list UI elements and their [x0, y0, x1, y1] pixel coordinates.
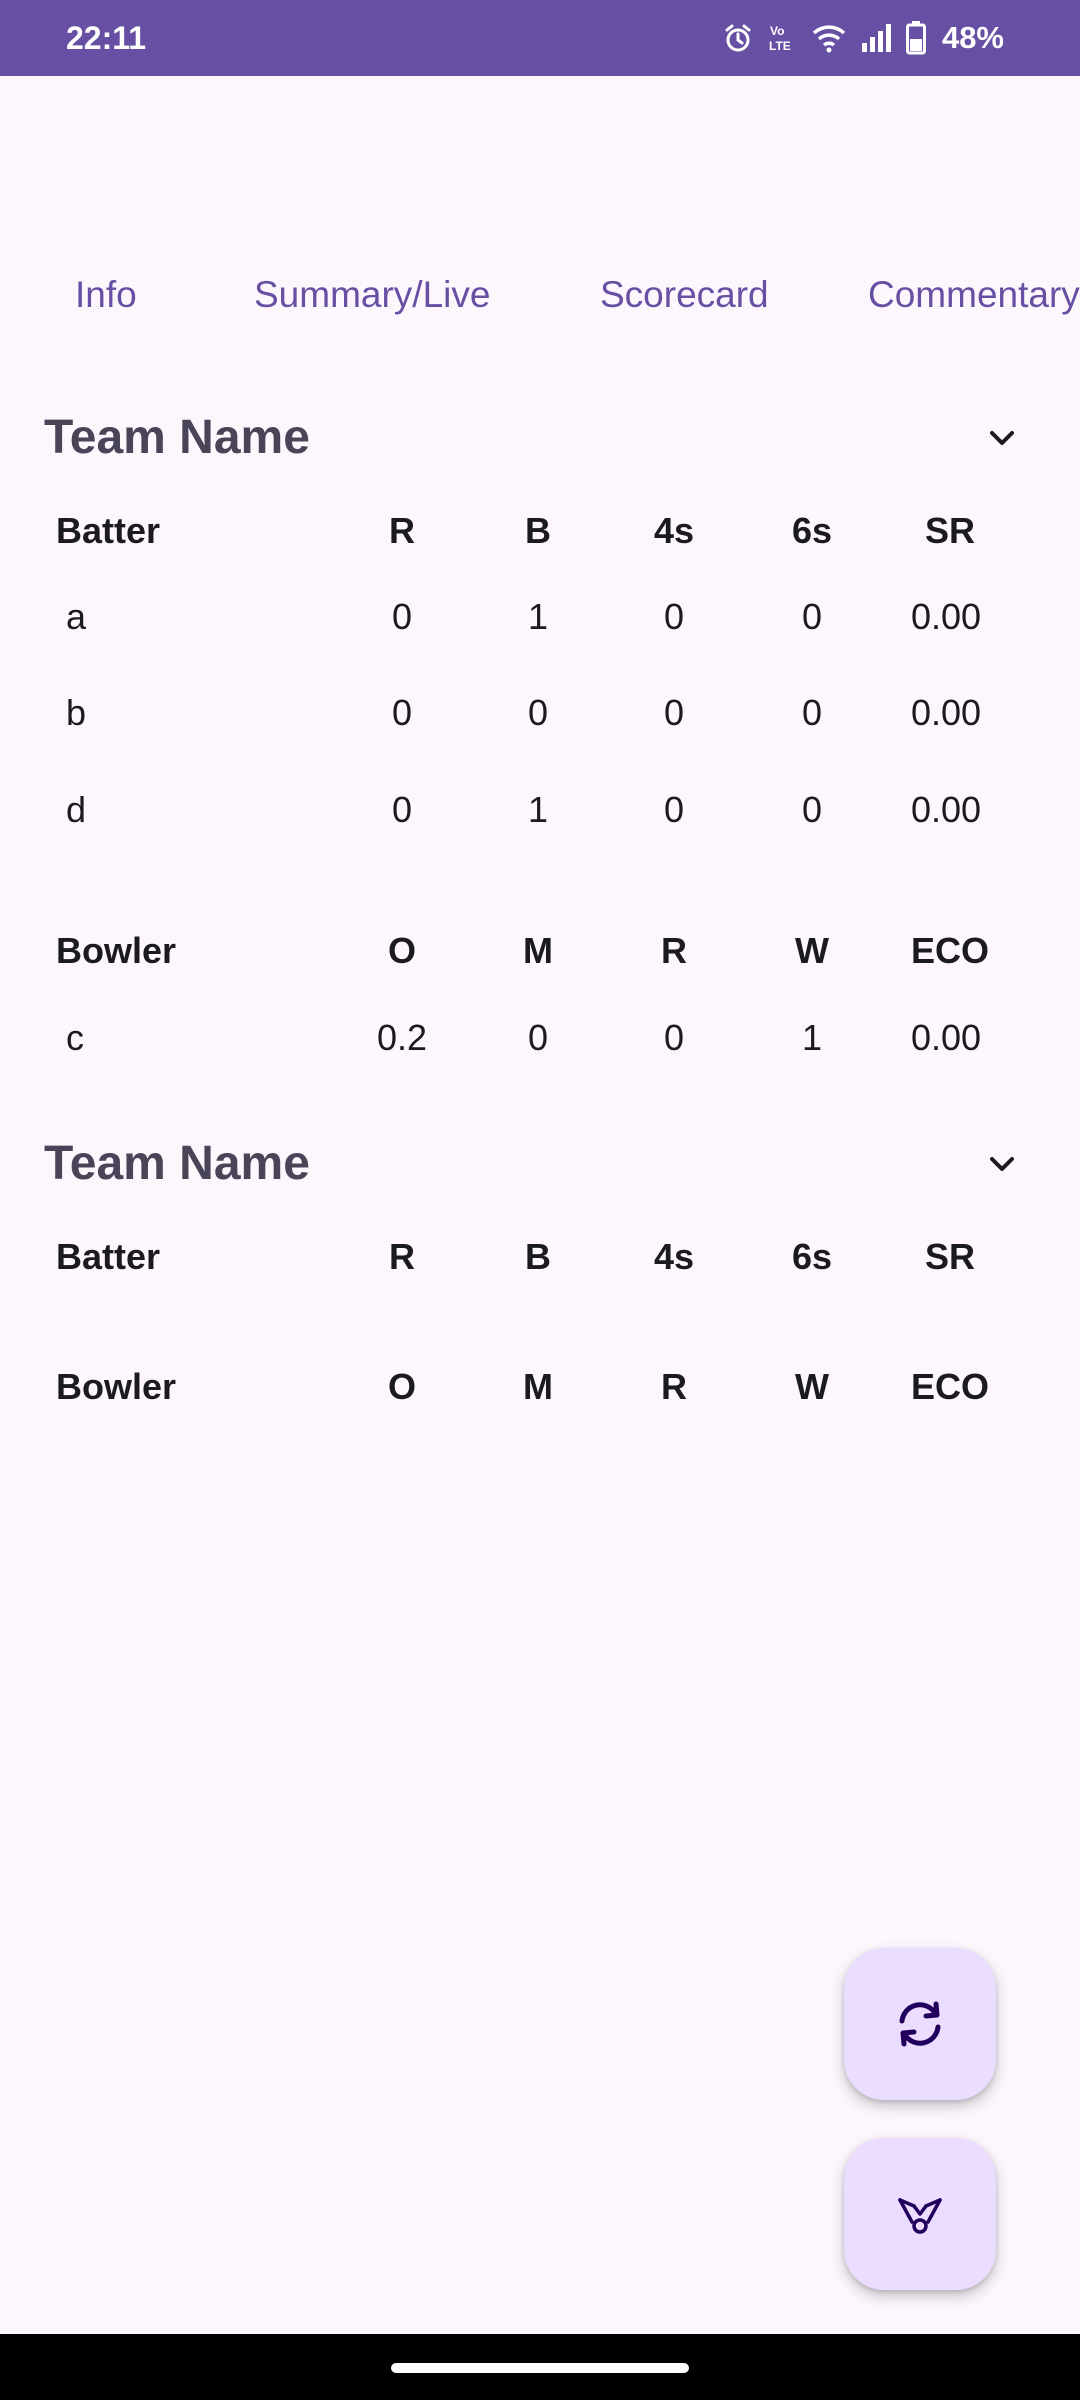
column-header: SR	[924, 1236, 975, 1277]
table-cell: 0.00	[910, 789, 982, 830]
table-cell: 1	[527, 596, 549, 637]
table-cell: 0	[391, 789, 413, 830]
navigation-bar	[0, 2334, 1080, 2400]
column-header: Bowler	[56, 1366, 177, 1407]
column-header: O	[387, 930, 416, 971]
column-header: R	[389, 1236, 415, 1277]
table-cell: 0.00	[910, 692, 982, 733]
column-header: R	[661, 930, 687, 971]
alarm-icon	[722, 22, 754, 54]
table-cell: 0	[391, 596, 413, 637]
column-header: B	[525, 510, 551, 551]
team-name: Team Name	[44, 411, 310, 464]
tab-commentary[interactable]: Commentary	[868, 250, 1080, 340]
table-cell: 0	[801, 692, 823, 733]
table-cell: 0	[801, 596, 823, 637]
status-time: 22:11	[66, 20, 147, 56]
bowling-header-row: Bowler O M R W ECO	[0, 1344, 1080, 1430]
chevron-down-icon[interactable]	[984, 1146, 1020, 1182]
batter-name: a	[66, 596, 87, 637]
cricket-action-button[interactable]	[844, 2138, 996, 2290]
volte-icon: Vo LTE	[768, 22, 798, 54]
column-header: Batter	[56, 1236, 161, 1277]
column-header: ECO	[910, 1366, 989, 1407]
batter-row: a 0 1 0 0 0.00	[0, 574, 1080, 660]
table-cell: 0	[527, 692, 549, 733]
status-icons: Vo LTE 48%	[722, 0, 1004, 76]
tab-summary-live[interactable]: Summary/Live	[254, 250, 490, 340]
table-cell: 0	[663, 692, 685, 733]
team-section-header[interactable]: Team Name	[0, 388, 1080, 488]
column-header: B	[525, 1236, 551, 1277]
table-cell: 0	[663, 1017, 685, 1058]
table-cell: 0.00	[910, 596, 982, 637]
column-header: SR	[924, 510, 975, 551]
table-cell: 0	[663, 789, 685, 830]
wifi-icon	[812, 23, 846, 53]
column-header: O	[387, 1366, 416, 1407]
table-cell: 0	[663, 596, 685, 637]
tab-scorecard[interactable]: Scorecard	[600, 250, 769, 340]
column-header: 4s	[653, 1236, 695, 1277]
table-cell: 0.00	[910, 1017, 982, 1058]
column-header: R	[389, 510, 415, 551]
refresh-icon	[899, 2001, 941, 2047]
cricket-stumps-icon	[898, 2198, 942, 2234]
batting-header-row: Batter R B 4s 6s SR	[0, 1214, 1080, 1300]
batter-row: b 0 0 0 0 0.00	[0, 670, 1080, 756]
table-cell: 1	[527, 789, 549, 830]
table-cell: 1	[801, 1017, 823, 1058]
column-header: 4s	[653, 510, 695, 551]
svg-text:Vo: Vo	[770, 24, 784, 38]
battery-percent: 48%	[941, 20, 1004, 55]
tab-info[interactable]: Info	[75, 250, 137, 340]
bowler-row: c 0.2 0 0 1 0.00	[0, 995, 1080, 1081]
bowler-name: c	[66, 1017, 84, 1058]
batter-name: b	[66, 692, 87, 733]
batter-name: d	[66, 789, 87, 830]
team-section-header[interactable]: Team Name	[0, 1114, 1080, 1214]
column-header: R	[661, 1366, 687, 1407]
bowling-header-row: Bowler O M R W ECO	[0, 908, 1080, 994]
svg-text:LTE: LTE	[769, 39, 791, 53]
table-cell: 0	[527, 1017, 549, 1058]
column-header: ECO	[910, 930, 989, 971]
column-header: M	[523, 1366, 553, 1407]
batting-header-row: Batter R B 4s 6s SR	[0, 488, 1080, 574]
tab-bar: Info Summary/Live Scorecard Commentary	[0, 250, 1080, 340]
table-cell: 0	[391, 692, 413, 733]
column-header: 6s	[791, 510, 833, 551]
column-header: M	[523, 930, 553, 971]
home-indicator[interactable]	[391, 2363, 689, 2373]
battery-icon	[905, 21, 926, 55]
column-header: W	[795, 930, 829, 971]
signal-icon	[860, 23, 892, 53]
column-header: W	[795, 1366, 829, 1407]
table-cell: 0.2	[376, 1017, 428, 1058]
table-cell: 0	[801, 789, 823, 830]
status-bar: 22:11 Vo LTE 48%	[0, 0, 1080, 76]
column-header: 6s	[791, 1236, 833, 1277]
chevron-down-icon[interactable]	[984, 420, 1020, 456]
batter-row: d 0 1 0 0 0.00	[0, 767, 1080, 853]
column-header: Batter	[56, 510, 161, 551]
team-name: Team Name	[44, 1137, 310, 1190]
refresh-button[interactable]	[844, 1948, 996, 2100]
column-header: Bowler	[56, 930, 177, 971]
